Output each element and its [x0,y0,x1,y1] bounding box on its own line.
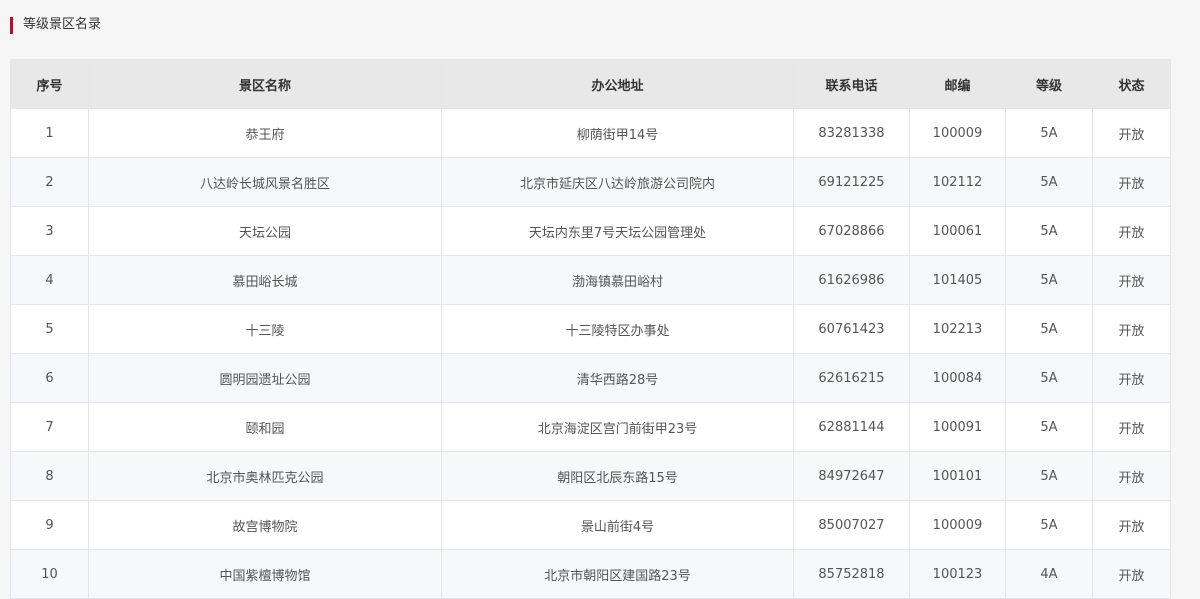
section-accent-bar [10,16,13,34]
table-row: 3 天坛公园 天坛内东里7号天坛公园管理处 67028866 100061 5A 开放 [10,206,1171,256]
cell-phone: 61626986 [793,255,910,305]
header-grade: 等级 [1005,59,1093,109]
cell-name: 颐和园 [88,402,442,452]
cell-grade: 5A [1005,304,1093,354]
cell-grade: 5A [1005,108,1093,158]
cell-name: 故宫博物院 [88,500,442,550]
cell-address: 渤海镇慕田峪村 [441,255,794,305]
cell-address: 景山前街4号 [441,500,794,550]
cell-address: 十三陵特区办事处 [441,304,794,354]
cell-phone: 83281338 [793,108,910,158]
cell-grade: 5A [1005,353,1093,403]
cell-postcode: 100101 [909,451,1006,501]
cell-grade: 4A [1005,549,1093,599]
cell-phone: 85752818 [793,549,910,599]
scenic-spot-table: 序号 景区名称 办公地址 联系电话 邮编 等级 状态 1 恭王府 柳荫街甲14号 83… [10,59,1171,599]
cell-postcode: 100091 [909,402,1006,452]
cell-status: 开放 [1092,206,1171,256]
cell-index: 10 [10,549,89,599]
table-row: 4 慕田峪长城 渤海镇慕田峪村 61626986 101405 5A 开放 [10,255,1171,305]
cell-address: 朝阳区北辰东路15号 [441,451,794,501]
cell-grade: 5A [1005,157,1093,207]
section-title: 等级景区名录 [23,17,102,32]
cell-index: 4 [10,255,89,305]
cell-grade: 5A [1005,255,1093,305]
table-row: 10 中国紫檀博物馆 北京市朝阳区建国路23号 85752818 100123 4A 开放 [10,549,1171,599]
cell-phone: 62881144 [793,402,910,452]
table-header-row: 序号 景区名称 办公地址 联系电话 邮编 等级 状态 [10,59,1171,109]
cell-grade: 5A [1005,500,1093,550]
cell-postcode: 100123 [909,549,1006,599]
cell-status: 开放 [1092,304,1171,354]
cell-status: 开放 [1092,353,1171,403]
section-header: 等级景区名录 [10,16,101,34]
cell-index: 8 [10,451,89,501]
cell-address: 天坛内东里7号天坛公园管理处 [441,206,794,256]
cell-index: 1 [10,108,89,158]
table-row: 8 北京市奥林匹克公园 朝阳区北辰东路15号 84972647 100101 5A 开放 [10,451,1171,501]
header-phone: 联系电话 [793,59,910,109]
cell-postcode: 100061 [909,206,1006,256]
cell-postcode: 100009 [909,108,1006,158]
cell-name: 恭王府 [88,108,442,158]
cell-phone: 85007027 [793,500,910,550]
header-address: 办公地址 [441,59,794,109]
cell-status: 开放 [1092,500,1171,550]
cell-postcode: 100009 [909,500,1006,550]
cell-status: 开放 [1092,549,1171,599]
header-index: 序号 [10,59,89,109]
cell-address: 柳荫街甲14号 [441,108,794,158]
cell-index: 2 [10,157,89,207]
cell-name: 天坛公园 [88,206,442,256]
cell-phone: 67028866 [793,206,910,256]
cell-status: 开放 [1092,157,1171,207]
header-status: 状态 [1092,59,1171,109]
cell-name: 北京市奥林匹克公园 [88,451,442,501]
cell-postcode: 101405 [909,255,1006,305]
cell-address: 北京海淀区宫门前街甲23号 [441,402,794,452]
cell-index: 9 [10,500,89,550]
cell-postcode: 102213 [909,304,1006,354]
cell-grade: 5A [1005,451,1093,501]
cell-status: 开放 [1092,451,1171,501]
cell-status: 开放 [1092,402,1171,452]
cell-postcode: 100084 [909,353,1006,403]
cell-index: 7 [10,402,89,452]
table-row: 5 十三陵 十三陵特区办事处 60761423 102213 5A 开放 [10,304,1171,354]
cell-name: 慕田峪长城 [88,255,442,305]
cell-postcode: 102112 [909,157,1006,207]
table-row: 9 故宫博物院 景山前街4号 85007027 100009 5A 开放 [10,500,1171,550]
table-row: 7 颐和园 北京海淀区宫门前街甲23号 62881144 100091 5A 开放 [10,402,1171,452]
cell-phone: 84972647 [793,451,910,501]
cell-grade: 5A [1005,206,1093,256]
table-row: 6 圆明园遗址公园 清华西路28号 62616215 100084 5A 开放 [10,353,1171,403]
scenic-spot-table-container: 序号 景区名称 办公地址 联系电话 邮编 等级 状态 1 恭王府 柳荫街甲14号 83… [10,59,1171,599]
header-name: 景区名称 [88,59,442,109]
cell-phone: 69121225 [793,157,910,207]
table-row: 2 八达岭长城风景名胜区 北京市延庆区八达岭旅游公司院内 69121225 102112… [10,157,1171,207]
cell-name: 八达岭长城风景名胜区 [88,157,442,207]
cell-phone: 62616215 [793,353,910,403]
cell-name: 圆明园遗址公园 [88,353,442,403]
header-postcode: 邮编 [909,59,1006,109]
cell-phone: 60761423 [793,304,910,354]
table-row: 1 恭王府 柳荫街甲14号 83281338 100009 5A 开放 [10,108,1171,158]
cell-address: 清华西路28号 [441,353,794,403]
table-body: 1 恭王府 柳荫街甲14号 83281338 100009 5A 开放 2 八达岭长城风景名胜区… [10,108,1171,599]
cell-name: 十三陵 [88,304,442,354]
cell-status: 开放 [1092,108,1171,158]
cell-index: 6 [10,353,89,403]
cell-address: 北京市朝阳区建国路23号 [441,549,794,599]
cell-address: 北京市延庆区八达岭旅游公司院内 [441,157,794,207]
cell-grade: 5A [1005,402,1093,452]
cell-name: 中国紫檀博物馆 [88,549,442,599]
cell-index: 3 [10,206,89,256]
cell-status: 开放 [1092,255,1171,305]
cell-index: 5 [10,304,89,354]
